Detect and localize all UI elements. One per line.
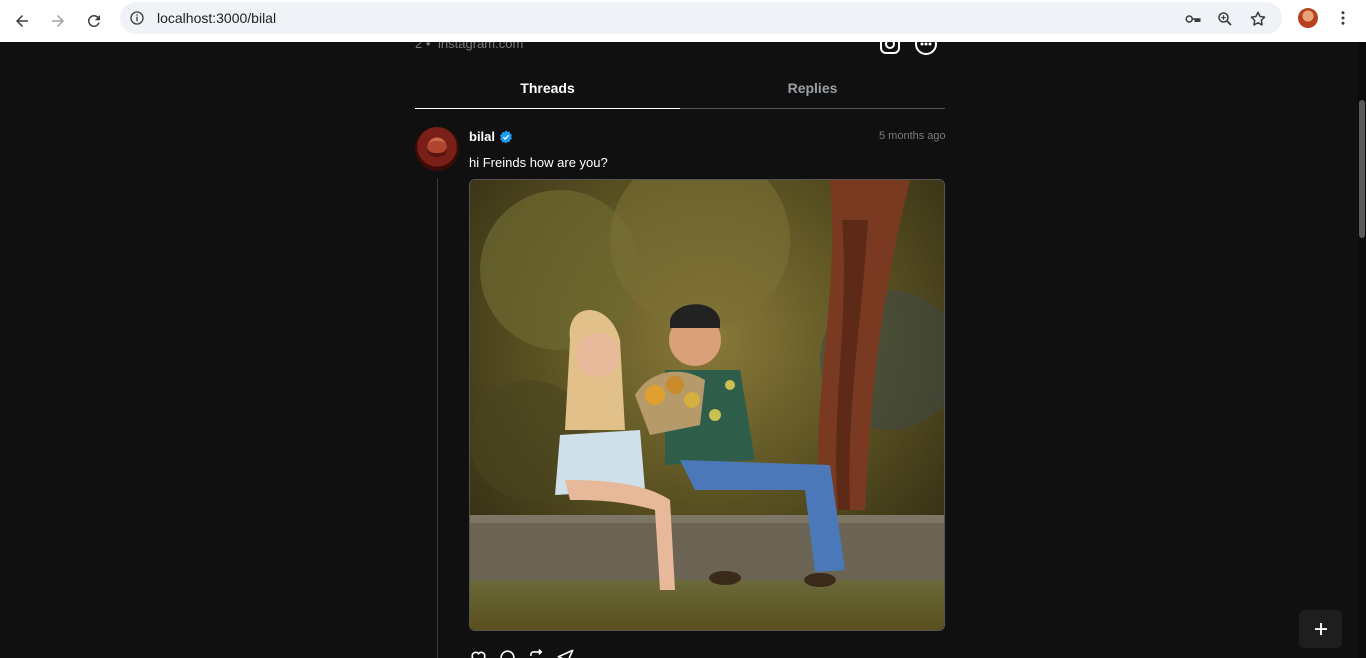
site-info-icon[interactable] xyxy=(129,10,145,26)
post-timestamp: 5 months ago xyxy=(879,130,946,142)
profile-meta: 2 • instagram.com xyxy=(415,42,523,51)
instagram-link[interactable]: instagram.com xyxy=(438,42,523,51)
profile-avatar[interactable] xyxy=(1298,8,1318,28)
plus-icon xyxy=(1314,623,1327,635)
profile-page: 2 • instagram.com Threads Replies bilal … xyxy=(0,42,1366,658)
zoom-icon[interactable] xyxy=(1216,10,1234,28)
comment-icon[interactable] xyxy=(498,648,517,658)
post-photo xyxy=(470,180,944,630)
tab-threads[interactable]: Threads xyxy=(415,72,680,109)
menu-kebab-icon[interactable] xyxy=(1334,9,1352,27)
post-username[interactable]: bilal xyxy=(469,129,495,144)
bookmark-star-icon[interactable] xyxy=(1249,10,1267,28)
forward-button[interactable] xyxy=(43,6,73,36)
browser-toolbar: localhost:3000/bilal xyxy=(0,0,1366,42)
reload-icon xyxy=(87,14,100,27)
password-key-icon[interactable] xyxy=(1184,10,1202,28)
verified-badge-icon xyxy=(500,130,512,144)
like-heart-icon[interactable] xyxy=(469,648,488,658)
more-options-icon[interactable] xyxy=(914,42,938,56)
scrollbar-thumb[interactable] xyxy=(1359,100,1365,238)
address-bar[interactable]: localhost:3000/bilal xyxy=(120,2,1282,34)
back-button[interactable] xyxy=(7,6,37,36)
arrow-right-icon xyxy=(52,15,64,27)
url-text[interactable]: localhost:3000/bilal xyxy=(157,10,276,26)
post-text: hi Freinds how are you? xyxy=(469,155,608,170)
post-author-avatar[interactable] xyxy=(415,127,459,171)
tab-replies[interactable]: Replies xyxy=(680,72,945,109)
profile-tabs: Threads Replies xyxy=(415,72,945,109)
post-image[interactable] xyxy=(469,179,945,631)
meta-separator: • xyxy=(425,42,431,51)
thread-line xyxy=(437,178,438,658)
arrow-left-icon xyxy=(16,15,28,27)
followers-count: 2 xyxy=(415,42,423,51)
repost-icon[interactable] xyxy=(527,648,546,658)
create-post-button[interactable] xyxy=(1299,610,1342,648)
instagram-icon[interactable] xyxy=(878,42,902,56)
post-actions xyxy=(469,648,575,658)
share-icon[interactable] xyxy=(556,648,575,658)
reload-button[interactable] xyxy=(79,6,109,36)
